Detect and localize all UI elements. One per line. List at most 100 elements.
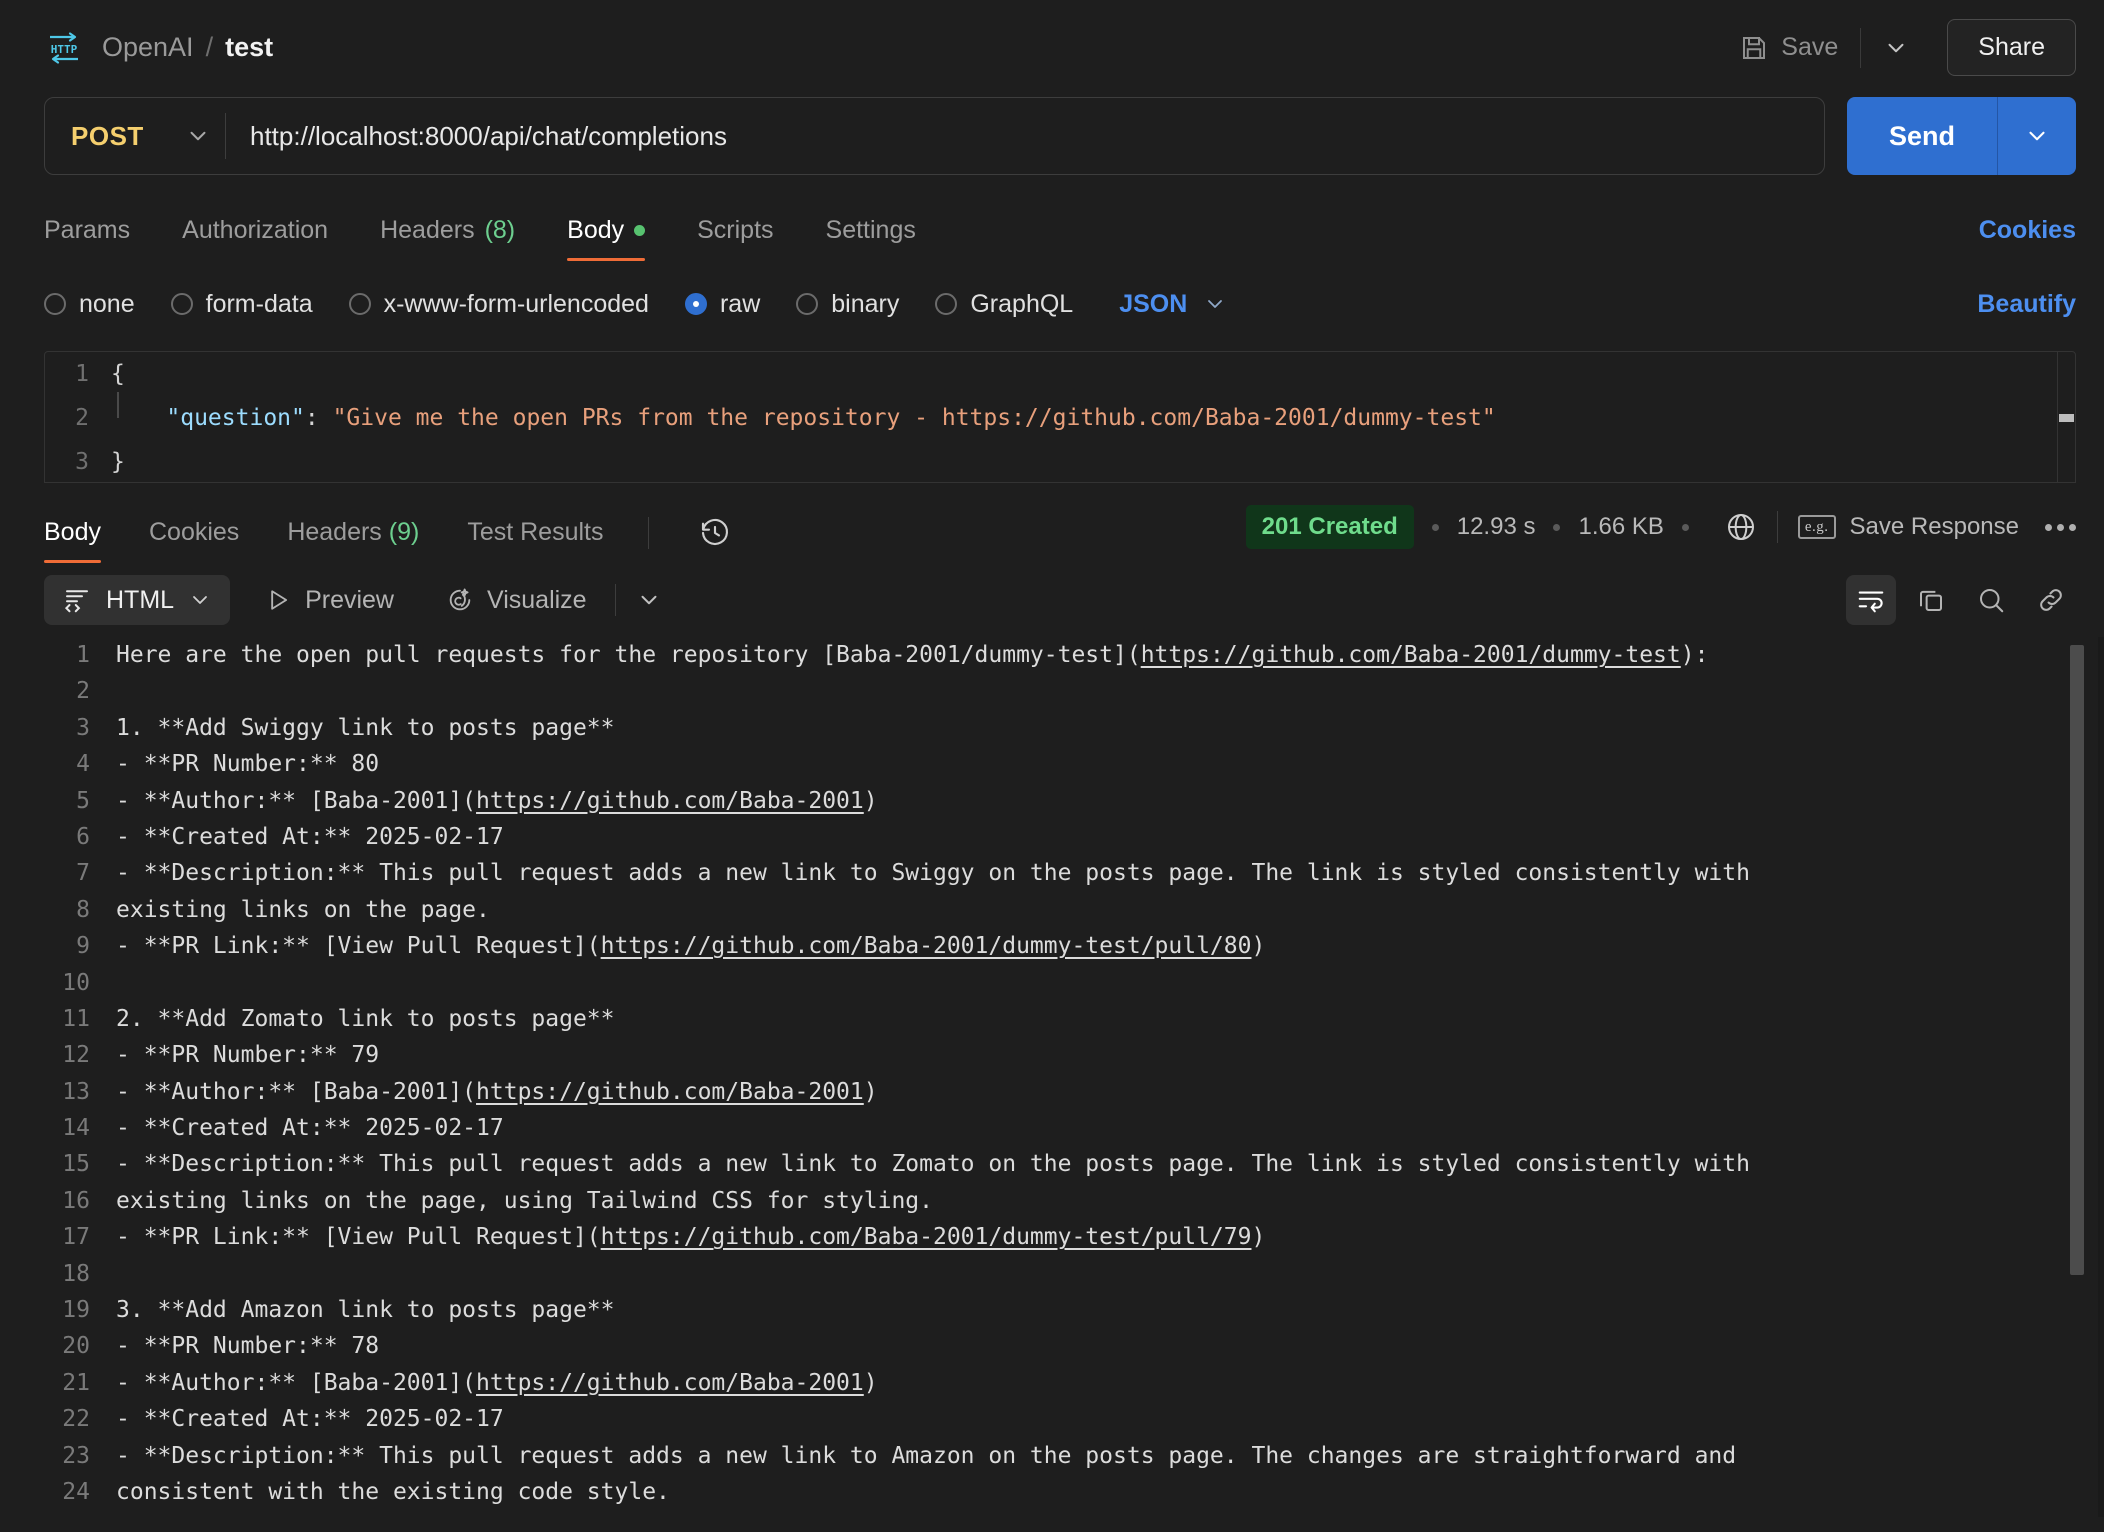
copy-button[interactable] (1906, 575, 1956, 625)
response-tab-test-results[interactable]: Test Results (443, 518, 627, 563)
tab-scripts[interactable]: Scripts (671, 216, 799, 261)
tab-settings[interactable]: Settings (800, 216, 942, 261)
line-number: 1 (45, 352, 111, 396)
search-button[interactable] (1966, 575, 2016, 625)
response-line: 15- **Description:** This pull request a… (0, 1146, 2104, 1182)
response-view-options-button[interactable] (626, 577, 672, 623)
body-type-form-data[interactable]: form-data (171, 290, 313, 319)
response-line: 16existing links on the page, using Tail… (0, 1183, 2104, 1219)
url-input[interactable] (226, 121, 1824, 152)
example-response-icon[interactable]: e.g. (1798, 515, 1836, 539)
response-link[interactable]: https://github.com/Baba-2001 (476, 788, 864, 814)
tab-authorization[interactable]: Authorization (156, 216, 354, 261)
response-text: - **Created At:** 2025-02-17 (116, 824, 504, 850)
response-body-viewer[interactable]: 1Here are the open pull requests for the… (0, 637, 2104, 1517)
cookies-link[interactable]: Cookies (1979, 216, 2076, 261)
response-format-selector[interactable]: HTML (44, 575, 230, 625)
request-editor-scrollbar[interactable] (2057, 352, 2075, 482)
response-time: 12.93 s (1457, 513, 1536, 541)
method-selector[interactable]: POST (45, 98, 225, 174)
response-text: - **PR Link:** [View Pull Request]( (116, 933, 601, 959)
response-tab-cookies[interactable]: Cookies (125, 518, 263, 563)
tab-body[interactable]: Body (541, 216, 671, 261)
response-line: 9- **PR Link:** [View Pull Request](http… (0, 928, 2104, 964)
line-number: 17 (0, 1219, 116, 1255)
meta-divider (1777, 511, 1778, 543)
line-number: 20 (0, 1328, 116, 1364)
response-meta: 201 Created 12.93 s 1.66 KB e.g. Save Re… (1246, 505, 2076, 563)
share-button[interactable]: Share (1947, 19, 2076, 76)
history-clock-icon[interactable] (685, 517, 745, 563)
response-link[interactable]: https://github.com/Baba-2001/dummy-test (1141, 642, 1681, 668)
response-scrollbar[interactable] (2070, 637, 2084, 1517)
breadcrumb-org[interactable]: OpenAI (102, 32, 194, 63)
globe-icon[interactable] (1725, 511, 1757, 543)
line-number: 15 (0, 1146, 116, 1182)
response-link[interactable]: https://github.com/Baba-2001/dummy-test/… (601, 1224, 1252, 1250)
beautify-button[interactable]: Beautify (1977, 290, 2076, 319)
tab-headers[interactable]: Headers (8) (354, 216, 541, 261)
meta-separator-dot (1682, 524, 1689, 531)
response-text: existing links on the page. (116, 897, 490, 923)
chevron-down-icon (185, 123, 211, 149)
more-dots-icon[interactable] (2045, 524, 2076, 531)
breadcrumb-current[interactable]: test (225, 32, 273, 63)
raw-format-label: JSON (1119, 290, 1187, 319)
response-tabs: Body Cookies Headers (9) Test Results 20… (0, 501, 2104, 563)
response-tab-headers[interactable]: Headers (9) (263, 518, 443, 563)
response-line-text: consistent with the existing code style. (116, 1474, 670, 1510)
response-link[interactable]: https://github.com/Baba-2001/dummy-test/… (601, 933, 1252, 959)
chevron-down-icon (636, 587, 662, 613)
response-link[interactable]: https://github.com/Baba-2001 (476, 1079, 864, 1105)
body-type-urlencoded[interactable]: x-www-form-urlencoded (349, 290, 649, 319)
response-tab-body[interactable]: Body (44, 518, 125, 563)
response-line-text: - **PR Number:** 78 (116, 1328, 379, 1364)
tab-params[interactable]: Params (44, 216, 156, 261)
word-wrap-icon (1856, 585, 1886, 615)
search-icon (1976, 585, 2006, 615)
response-line-text: - **Created At:** 2025-02-17 (116, 1401, 504, 1437)
save-options-button[interactable] (1867, 23, 1925, 73)
save-response-button[interactable]: Save Response (1850, 513, 2019, 541)
body-type-none[interactable]: none (44, 290, 135, 319)
code-fold-guide (117, 392, 119, 418)
response-line: 2 (0, 673, 2104, 709)
line-number: 14 (0, 1110, 116, 1146)
code-text: } (111, 440, 125, 483)
line-number: 24 (0, 1474, 116, 1510)
response-line: 12- **PR Number:** 79 (0, 1037, 2104, 1073)
headers-count: (8) (485, 216, 516, 245)
line-number: 16 (0, 1183, 116, 1219)
chevron-down-icon (188, 588, 212, 612)
top-bar-actions: Save Share (1723, 19, 2076, 76)
body-type-binary[interactable]: binary (796, 290, 899, 319)
body-type-raw[interactable]: raw (685, 290, 760, 319)
send-options-button[interactable] (1997, 97, 2076, 175)
scrollbar-thumb[interactable] (2070, 645, 2084, 1275)
sparkle-eye-icon (446, 586, 474, 614)
floppy-disk-icon (1739, 33, 1769, 63)
code-line: 3 } (45, 440, 2075, 483)
request-body-editor[interactable]: 1 { 2 "question" : "Give me the open PRs… (44, 351, 2076, 483)
visualize-label: Visualize (487, 586, 587, 615)
preview-button[interactable]: Preview (246, 576, 412, 625)
link-button[interactable] (2026, 575, 2076, 625)
response-line-text: - **Author:** [Baba-2001](https://github… (116, 1074, 878, 1110)
send-button[interactable]: Send (1847, 97, 1997, 175)
raw-format-selector[interactable]: JSON (1119, 290, 1227, 319)
response-text: - **Description:** This pull request add… (116, 1151, 1750, 1177)
visualize-button[interactable]: Visualize (428, 576, 605, 625)
scrollbar-thumb[interactable] (2059, 414, 2074, 422)
response-text: Here are the open pull requests for the … (116, 642, 1141, 668)
body-type-row: none form-data x-www-form-urlencoded raw… (0, 277, 2104, 331)
response-link[interactable]: https://github.com/Baba-2001 (476, 1370, 864, 1396)
response-text: - **PR Number:** 78 (116, 1333, 379, 1359)
body-type-graphql[interactable]: GraphQL (935, 290, 1073, 319)
radio-icon (171, 293, 193, 315)
response-line: 20- **PR Number:** 78 (0, 1328, 2104, 1364)
tab-label: Params (44, 216, 130, 245)
save-button[interactable]: Save (1723, 23, 1854, 73)
tab-label: Authorization (182, 216, 328, 245)
word-wrap-button[interactable] (1846, 575, 1896, 625)
line-number: 4 (0, 746, 116, 782)
